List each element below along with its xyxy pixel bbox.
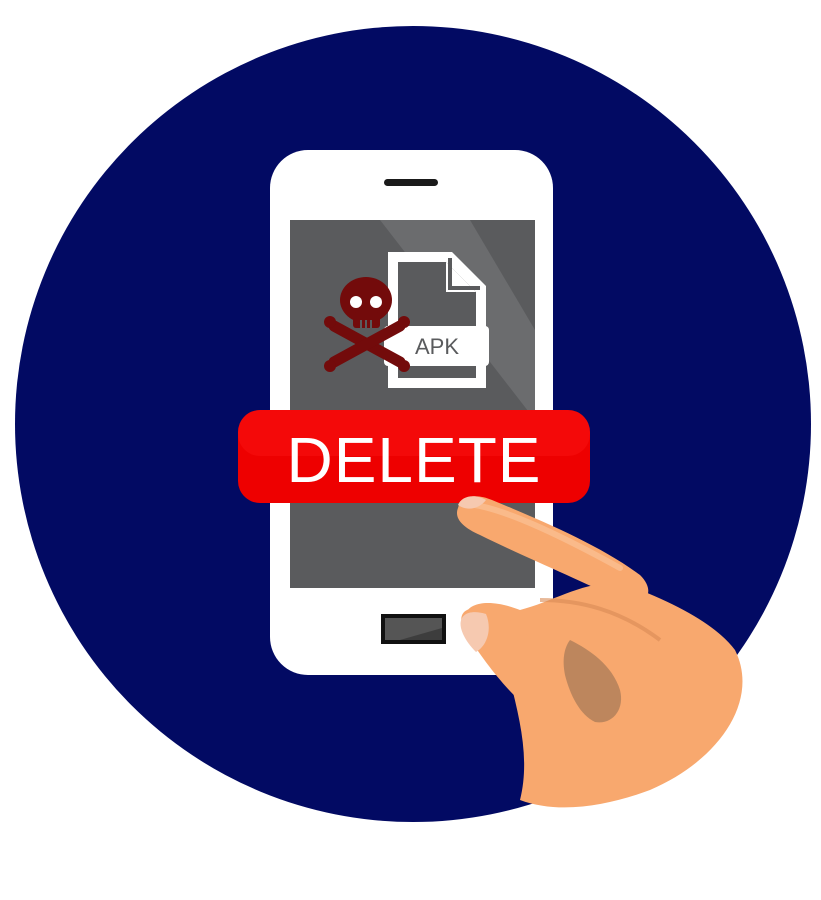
delete-button[interactable]: DELETE — [238, 410, 590, 503]
phone-speaker — [384, 179, 438, 186]
illustration-stage: APK DELETE — [0, 0, 821, 900]
delete-apk-illustration: APK DELETE — [15, 26, 811, 822]
delete-button-label: DELETE — [287, 424, 542, 496]
apk-label: APK — [415, 334, 459, 359]
home-button[interactable] — [381, 614, 446, 644]
